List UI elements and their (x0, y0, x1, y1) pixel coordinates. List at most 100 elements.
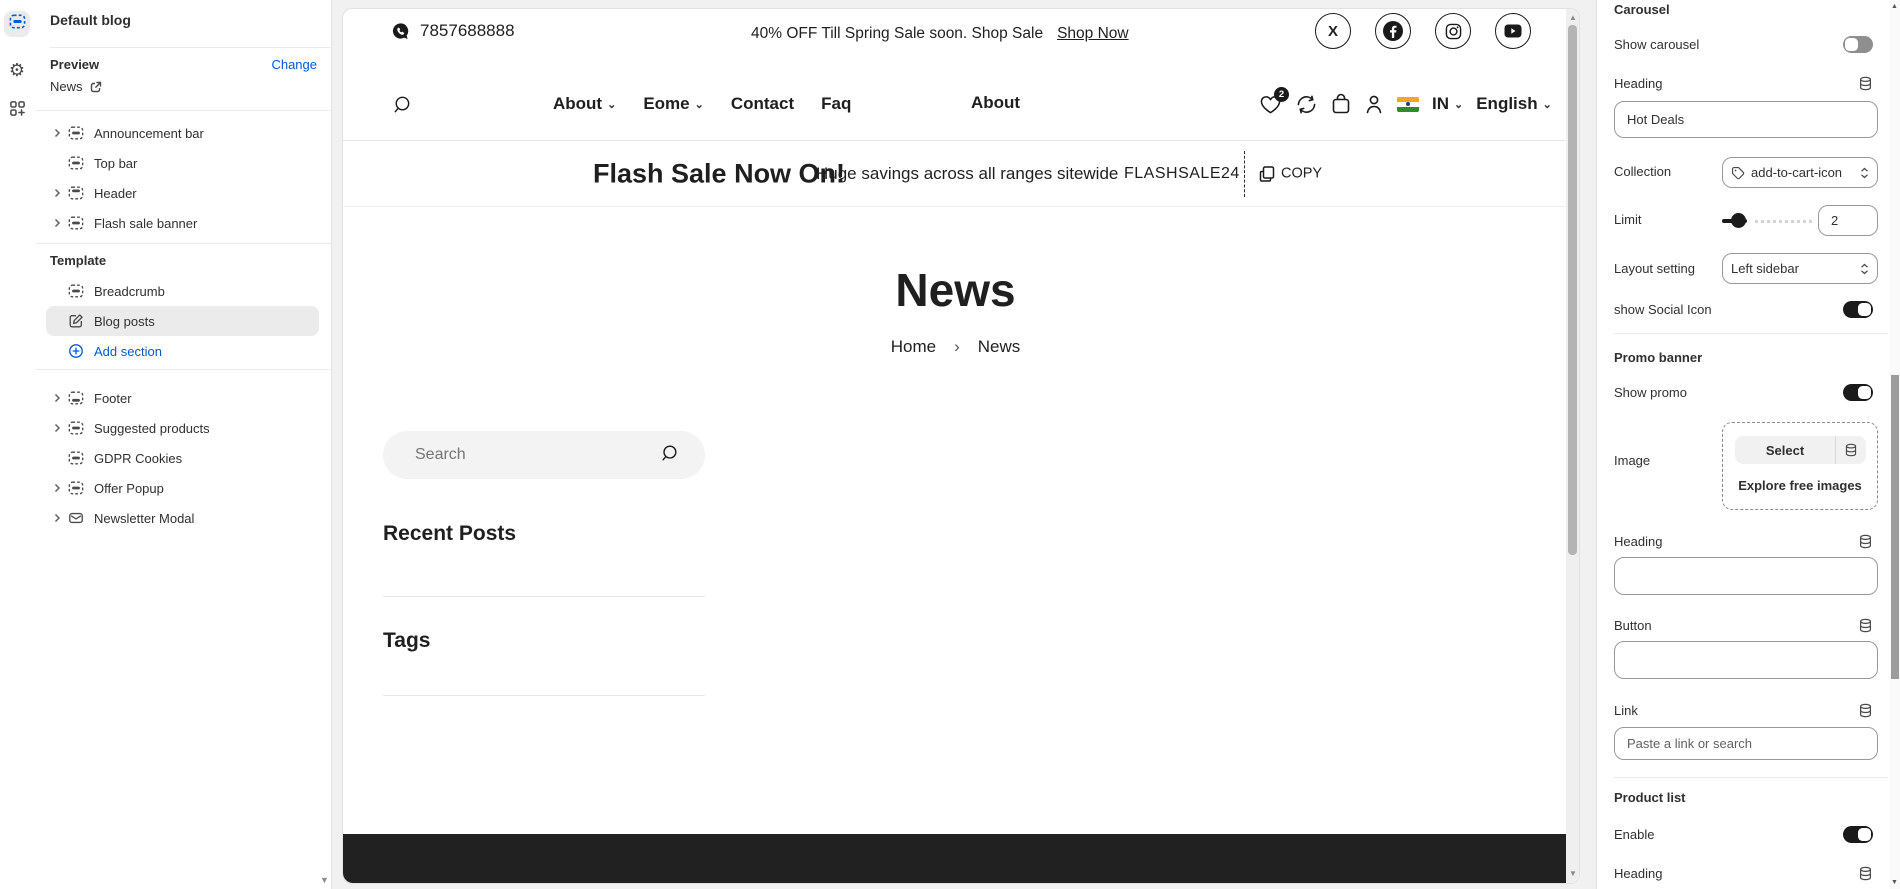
shop-now-link[interactable]: Shop Now (1057, 25, 1129, 43)
chevron-right-icon[interactable] (52, 218, 66, 228)
chevron-right-icon[interactable] (52, 393, 66, 403)
link-label: Link (1614, 703, 1638, 718)
dynamic-source-icon[interactable] (1858, 534, 1873, 549)
twitter-x-icon[interactable]: X (1315, 13, 1351, 49)
image-select-button[interactable]: Select (1735, 436, 1866, 464)
divider (1614, 777, 1888, 778)
layout-setting-select[interactable]: Left sidebar (1722, 253, 1878, 284)
layout-setting-label: Layout setting (1614, 261, 1695, 276)
preview-scrollbar[interactable]: ▲ ▼ (1566, 9, 1579, 883)
tree-item-announcement-bar[interactable]: Announcement bar (34, 118, 331, 148)
dynamic-source-icon[interactable] (1858, 76, 1873, 91)
show-promo-toggle[interactable] (1843, 384, 1873, 401)
nav-item-about[interactable]: About⌄ (553, 94, 616, 114)
tree-item-blog-posts[interactable]: Blog posts (34, 306, 331, 336)
chevron-right-icon[interactable] (52, 483, 66, 493)
india-flag-icon (1397, 97, 1419, 112)
preview-scrollbar-thumb[interactable] (1568, 25, 1577, 555)
nav-item-faq[interactable]: Faq (821, 94, 851, 114)
search-submit-icon[interactable] (659, 443, 679, 468)
window-scrollbar-thumb[interactable] (1891, 375, 1899, 679)
copy-code-button[interactable]: COPY (1259, 165, 1322, 182)
promo-heading-input[interactable] (1614, 557, 1878, 595)
sections-icon (9, 13, 26, 35)
carousel-heading-input[interactable] (1614, 101, 1878, 138)
tree-item-offer-popup[interactable]: Offer Popup (34, 473, 331, 503)
dynamic-source-icon[interactable] (1836, 436, 1866, 464)
chevron-right-icon[interactable] (52, 128, 66, 138)
tree-item-newsletter-modal[interactable]: Newsletter Modal (34, 503, 331, 533)
chevron-right-icon[interactable] (52, 423, 66, 433)
explore-free-images-link[interactable]: Explore free images (1723, 478, 1877, 493)
tag-icon (1731, 166, 1745, 180)
show-social-icon-toggle[interactable] (1843, 301, 1873, 318)
product-list-enable-toggle[interactable] (1843, 826, 1873, 843)
window-scrollbar[interactable]: ▲ ▼ (1890, 0, 1900, 889)
facebook-icon[interactable] (1375, 13, 1411, 49)
tree-item-breadcrumb[interactable]: Breadcrumb (34, 276, 331, 306)
instagram-icon[interactable] (1435, 13, 1471, 49)
app-embeds-icon (9, 100, 26, 122)
cart-bag-icon[interactable] (1331, 93, 1351, 115)
show-carousel-label: Show carousel (1614, 37, 1699, 52)
add-section-button[interactable]: Add section (34, 336, 331, 366)
preview-scroll-up-arrow[interactable]: ▲ (1569, 14, 1577, 22)
promo-link-row: Link (1614, 703, 1873, 718)
store-navbar: About⌄ Eome⌄ Contact Faq About 2 (343, 67, 1568, 141)
blog-search-input[interactable] (383, 446, 633, 464)
product-list-heading-row: Heading (1614, 866, 1873, 881)
limit-slider[interactable] (1722, 212, 1812, 229)
chevron-right-icon[interactable] (52, 188, 66, 198)
language-selector[interactable]: English⌄ (1476, 94, 1552, 114)
tree-item-suggested-products[interactable]: Suggested products (34, 413, 331, 443)
select-updown-icon (1860, 263, 1869, 275)
apps-rail-button[interactable] (4, 98, 30, 124)
preview-row: Preview Change (50, 57, 317, 72)
external-link-icon[interactable] (90, 81, 102, 93)
account-user-icon[interactable] (1364, 93, 1384, 115)
breadcrumb-separator: › (954, 337, 960, 357)
collection-select[interactable]: add-to-cart-icon (1722, 157, 1878, 188)
dynamic-source-icon[interactable] (1858, 703, 1873, 718)
promo-link-input[interactable] (1614, 727, 1878, 760)
tree-item-gdpr-cookies[interactable]: GDPR Cookies (34, 443, 331, 473)
chevron-down-icon: ⌄ (607, 98, 616, 111)
nav-item-contact[interactable]: Contact (731, 94, 794, 114)
nav-item-about-secondary[interactable]: About (971, 93, 1020, 113)
nav-item-eome[interactable]: Eome⌄ (643, 94, 704, 114)
heading-label: Heading (1614, 76, 1662, 91)
breadcrumb-home-link[interactable]: Home (891, 337, 936, 357)
change-preview-link[interactable]: Change (271, 57, 317, 72)
youtube-icon[interactable] (1495, 13, 1531, 49)
section-icon (66, 215, 86, 231)
limit-value-input[interactable] (1818, 205, 1878, 236)
sidebar-scroll-down-arrow[interactable]: ▼ (320, 876, 329, 885)
search-icon[interactable] (391, 94, 412, 120)
promo-button-input[interactable] (1614, 641, 1878, 679)
show-carousel-toggle[interactable] (1843, 36, 1873, 53)
dynamic-source-icon[interactable] (1858, 866, 1873, 881)
chevron-right-icon[interactable] (52, 513, 66, 523)
country-selector[interactable]: IN⌄ (1432, 94, 1463, 114)
store-footer (343, 834, 1568, 883)
sections-sidebar: Default blog Preview Change News Announc… (34, 0, 332, 889)
product-list-section-header: Product list (1614, 790, 1873, 805)
theme-settings-rail-button[interactable]: ⚙ (4, 57, 30, 83)
window-scroll-down-arrow[interactable]: ▼ (1891, 879, 1898, 886)
divider (383, 596, 705, 597)
carousel-heading-row: Heading (1614, 76, 1873, 91)
store-phone[interactable]: 7857688888 (391, 21, 515, 41)
tree-item-top-bar[interactable]: Top bar (34, 148, 331, 178)
limit-slider-handle[interactable] (1731, 213, 1746, 228)
tree-item-header[interactable]: Header (34, 178, 331, 208)
compare-refresh-icon[interactable] (1295, 94, 1318, 115)
wishlist-heart-icon[interactable]: 2 (1259, 94, 1282, 115)
preview-scroll-down-arrow[interactable]: ▼ (1569, 870, 1577, 878)
section-icon (66, 155, 86, 171)
dynamic-source-icon[interactable] (1858, 618, 1873, 633)
tree-item-flash-sale-banner[interactable]: Flash sale banner (34, 208, 331, 238)
tree-item-footer[interactable]: Footer (34, 383, 331, 413)
blog-search-box (383, 431, 705, 479)
sections-rail-button[interactable] (4, 11, 30, 37)
window-scroll-up-arrow[interactable]: ▲ (1891, 3, 1898, 10)
